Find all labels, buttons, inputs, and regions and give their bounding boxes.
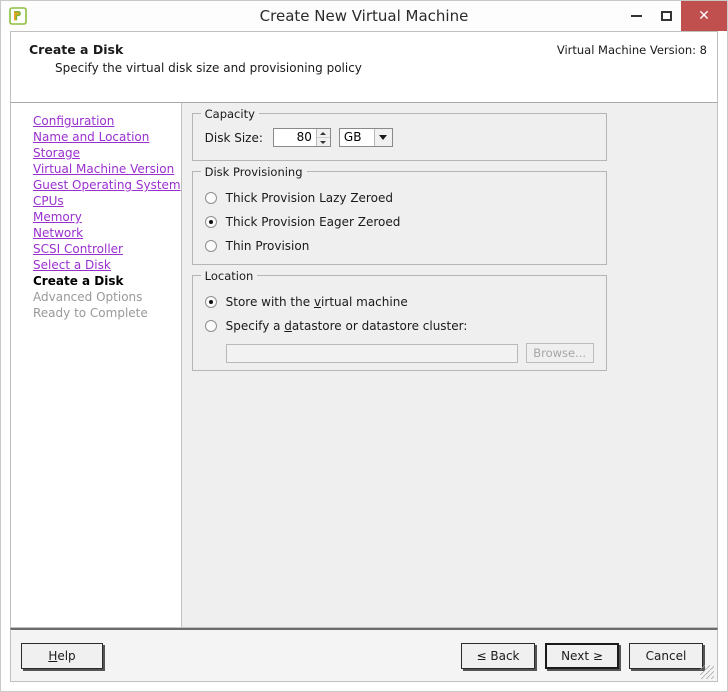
disk-provisioning-legend: Disk Provisioning [200, 165, 307, 179]
location-options: Store with the virtual machine Specify a… [193, 276, 606, 363]
browse-button[interactable]: Browse... [525, 343, 594, 363]
sidebar-item-network[interactable]: Network [11, 225, 181, 241]
wizard-content: Capacity Disk Size: 80 GB Disk Provision… [181, 103, 717, 627]
sidebar-item-name-and-location[interactable]: Name and Location [11, 129, 181, 145]
capacity-group: Capacity Disk Size: 80 GB [191, 107, 607, 161]
radio-icon [204, 192, 217, 204]
chevron-down-icon [320, 140, 327, 144]
disk-provisioning-options: Thick Provision Lazy Zeroed Thick Provis… [193, 172, 606, 258]
sidebar-item-storage[interactable]: Storage [11, 145, 181, 161]
disk-size-increment-button[interactable] [316, 129, 330, 137]
help-label-rest: elp [57, 648, 76, 663]
minimize-button[interactable] [621, 1, 651, 31]
sidebar-item-memory[interactable]: Memory [11, 209, 181, 225]
disk-size-label: Disk Size: [204, 130, 263, 145]
radio-label: Thin Provision [225, 239, 310, 253]
chevron-up-icon [320, 131, 327, 135]
window-title: Create New Virtual Machine [259, 7, 469, 25]
radio-label-pre: Specify a [225, 319, 285, 333]
radio-label-post: atastore or datastore cluster: [291, 319, 468, 333]
maximize-button[interactable] [651, 1, 681, 31]
cancel-button[interactable]: Cancel [629, 642, 703, 669]
sidebar-item-cpus[interactable]: CPUs [11, 193, 181, 209]
help-accelerator-char: H [48, 648, 58, 663]
sidebar-item-scsi-controller[interactable]: SCSI Controller [11, 241, 181, 257]
radio-thick-provision-eager-zeroed[interactable]: Thick Provision Eager Zeroed [204, 210, 606, 234]
close-button[interactable]: ✕ [681, 1, 727, 31]
help-button[interactable]: Help [21, 642, 103, 669]
radio-label: Thick Provision Lazy Zeroed [225, 191, 393, 205]
location-group: Location Store with the virtual machine … [191, 269, 607, 371]
radio-icon [204, 320, 217, 332]
radio-icon [204, 240, 217, 252]
datastore-input[interactable] [225, 343, 518, 363]
disk-size-spinner-buttons [315, 129, 330, 146]
chevron-down-icon [379, 135, 388, 140]
sidebar-item-guest-operating-system[interactable]: Guest Operating System [11, 177, 181, 193]
vmware-logo-icon [9, 7, 27, 25]
sidebar-item-ready-to-complete: Ready to Complete [33, 306, 148, 320]
sidebar-item-advanced-options: Advanced Options [33, 290, 143, 304]
radio-specify-datastore[interactable]: Specify a datastore or datastore cluster… [204, 314, 606, 338]
sidebar-item-create-a-disk: Create a Disk [33, 274, 124, 288]
radio-thin-provision[interactable]: Thin Provision [204, 234, 606, 258]
radio-thick-provision-lazy-zeroed[interactable]: Thick Provision Lazy Zeroed [204, 186, 606, 210]
wizard-steps-sidebar: Configuration Name and Location Storage … [11, 103, 182, 627]
disk-size-unit-dropdown-button[interactable] [373, 129, 392, 146]
maximize-icon [660, 11, 672, 21]
sidebar-item-virtual-machine-version[interactable]: Virtual Machine Version [11, 161, 181, 177]
radio-label: Thick Provision Eager Zeroed [225, 215, 401, 229]
disk-size-input[interactable]: 80 [273, 129, 316, 146]
footer-navigation-buttons: ≤ Back Next ≥ Cancel [461, 642, 703, 669]
vm-version-label: Virtual Machine Version: 8 [556, 43, 707, 57]
radio-icon-selected [204, 296, 217, 308]
create-new-virtual-machine-window: Create New Virtual Machine ✕ Create a Di… [0, 0, 728, 692]
resize-grip-icon[interactable] [700, 665, 714, 679]
disk-size-decrement-button[interactable] [316, 137, 330, 146]
page-subtitle: Specify the virtual disk size and provis… [55, 61, 362, 75]
radio-icon-selected [204, 216, 217, 228]
disk-size-stepper[interactable]: 80 [272, 128, 331, 147]
wizard-footer: Help ≤ Back Next ≥ Cancel [10, 628, 718, 682]
accelerator-char: v [313, 295, 322, 309]
window-controls: ✕ [621, 1, 727, 31]
sidebar-item-configuration[interactable]: Configuration [11, 113, 181, 129]
radio-label: Specify a datastore or datastore cluster… [226, 319, 468, 333]
radio-label-pre: Store with the [225, 295, 314, 309]
minimize-icon [630, 15, 642, 17]
disk-size-unit-select[interactable]: GB [338, 128, 393, 147]
disk-provisioning-group: Disk Provisioning Thick Provision Lazy Z… [191, 165, 607, 265]
location-legend: Location [200, 269, 258, 283]
radio-label-post: irtual machine [321, 295, 408, 309]
title-bar: Create New Virtual Machine ✕ [1, 1, 727, 31]
radio-store-with-virtual-machine[interactable]: Store with the virtual machine [204, 290, 606, 314]
page-title: Create a Disk [29, 42, 124, 57]
wizard-body: Configuration Name and Location Storage … [10, 103, 718, 628]
capacity-legend: Capacity [200, 107, 259, 121]
datastore-row: Browse... [205, 343, 606, 363]
sidebar-item-select-a-disk[interactable]: Select a Disk [11, 257, 181, 273]
next-button[interactable]: Next ≥ [545, 642, 619, 669]
accelerator-char: d [284, 319, 292, 333]
radio-label: Store with the virtual machine [226, 295, 408, 309]
back-button[interactable]: ≤ Back [461, 642, 535, 669]
disk-size-unit-value: GB [343, 130, 362, 144]
wizard-header: Create a Disk Specify the virtual disk s… [10, 31, 718, 103]
